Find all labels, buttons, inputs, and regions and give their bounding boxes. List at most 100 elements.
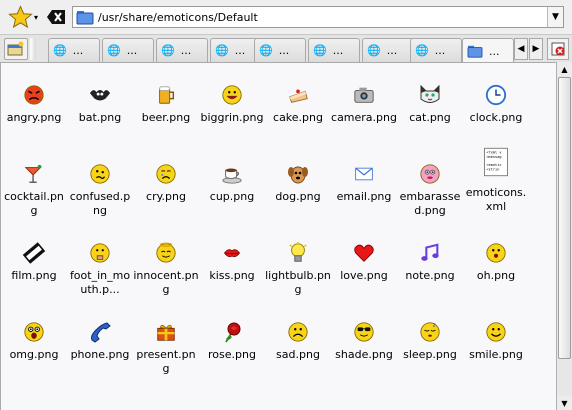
file-item[interactable]: bat.png <box>67 83 133 125</box>
konqueror-icon: 🌐 <box>367 44 381 57</box>
konqueror-icon: 🌐 <box>259 44 273 57</box>
tab-5[interactable]: 🌐... <box>254 38 306 62</box>
innocent-face-icon <box>154 241 178 265</box>
tab-3[interactable]: 🌐... <box>156 38 208 62</box>
file-item[interactable]: foot_in_mouth.p... <box>67 241 133 297</box>
tab-9-active[interactable]: ... <box>462 38 514 63</box>
konqueror-icon: 🌐 <box>53 44 67 57</box>
close-tab-button[interactable] <box>547 38 569 60</box>
location-history-dropdown[interactable]: ▼ <box>547 7 563 27</box>
file-name: cup.png <box>209 190 255 203</box>
konqueror-icon: 🌐 <box>415 44 429 57</box>
vertical-scrollbar[interactable]: ▲ ▼ <box>556 62 572 410</box>
file-item[interactable]: smile.png <box>463 320 529 362</box>
file-item[interactable]: cry.png <box>133 162 199 204</box>
file-item[interactable]: oh.png <box>463 241 529 283</box>
tab-label: ... <box>72 44 84 57</box>
file-item[interactable]: phone.png <box>67 320 133 362</box>
file-item[interactable]: clock.png <box>463 83 529 125</box>
file-item[interactable]: angry.png <box>1 83 67 125</box>
file-item[interactable]: lightbulb.png <box>265 241 331 297</box>
file-icon-view: angry.png bat.png beer.png biggrin.png cake.… <box>0 62 556 410</box>
file-item[interactable]: email.png <box>331 162 397 204</box>
tab-scroll-left-button[interactable]: ◀ <box>514 38 528 60</box>
location-field[interactable]: ▼ <box>72 6 564 28</box>
file-name: beer.png <box>141 111 191 124</box>
file-item[interactable]: love.png <box>331 241 397 283</box>
file-item[interactable]: embarassed.png <box>397 162 463 218</box>
konqueror-icon: 🌐 <box>215 44 229 57</box>
smile-face-icon <box>484 320 508 344</box>
tab-7[interactable]: 🌐... <box>362 38 414 62</box>
shade-face-icon <box>352 320 376 344</box>
tab-label: ... <box>234 44 246 57</box>
tab-8[interactable]: 🌐... <box>410 38 462 62</box>
xml-file-icon: <?xml v <messag <emotic <strin <box>484 138 508 186</box>
file-item[interactable]: camera.png <box>331 83 397 125</box>
scroll-down-button[interactable]: ▼ <box>557 396 572 410</box>
scrollbar-thumb[interactable] <box>558 77 571 359</box>
konqueror-window: ▾ ▼ <box>0 0 572 410</box>
scroll-up-button[interactable]: ▲ <box>557 62 572 76</box>
bookmark-star-button[interactable]: ▾ <box>8 4 38 30</box>
svg-text:z: z <box>433 323 436 329</box>
tab-label: ... <box>126 44 138 57</box>
location-input[interactable] <box>98 8 547 26</box>
clear-location-button[interactable] <box>46 8 66 26</box>
tab-label: ... <box>332 44 344 57</box>
file-item[interactable]: present.png <box>133 320 199 376</box>
clear-location-icon <box>47 10 65 24</box>
file-item[interactable]: cocktail.png <box>1 162 67 218</box>
biggrin-face-icon <box>220 83 244 107</box>
file-name: cat.png <box>409 111 451 124</box>
file-item[interactable]: dog.png <box>265 162 331 204</box>
file-name: present.png <box>136 348 196 375</box>
foot-in-mouth-face-icon <box>88 241 112 265</box>
close-tab-icon <box>551 42 565 56</box>
file-name: clock.png <box>469 111 523 124</box>
folder-icon <box>76 11 94 25</box>
file-item[interactable]: omg.png <box>1 320 67 362</box>
tab-2[interactable]: 🌐... <box>102 38 154 62</box>
file-item[interactable]: note.png <box>397 241 463 283</box>
file-item[interactable]: kiss.png <box>199 241 265 283</box>
file-name: foot_in_mouth.p... <box>69 269 131 296</box>
file-item[interactable]: confused.png <box>67 162 133 218</box>
file-name: bat.png <box>78 111 122 124</box>
phone-icon <box>88 320 112 344</box>
chevron-down-icon: ▾ <box>33 12 38 22</box>
tab-6[interactable]: 🌐... <box>308 38 360 62</box>
file-name: innocent.png <box>133 269 199 296</box>
file-name: kiss.png <box>209 269 255 282</box>
file-item[interactable]: <?xml v <messag <emotic <strin emoticons.xml <box>463 147 529 214</box>
file-name: omg.png <box>9 348 59 361</box>
new-tab-button[interactable] <box>4 38 28 60</box>
file-item[interactable]: beer.png <box>133 83 199 125</box>
svg-text:<messag: <messag <box>486 155 501 159</box>
file-item[interactable]: cat.png <box>397 83 463 125</box>
file-item[interactable]: sad.png <box>265 320 331 362</box>
file-name: confused.png <box>69 190 131 217</box>
omg-face-icon <box>22 320 46 344</box>
kiss-icon <box>220 241 244 265</box>
lightbulb-icon <box>286 241 310 265</box>
file-item[interactable]: z sleep.png <box>397 320 463 362</box>
file-item[interactable]: rose.png <box>199 320 265 362</box>
cry-face-icon <box>154 162 178 186</box>
file-name: cry.png <box>146 190 186 203</box>
cocktail-icon <box>22 162 46 186</box>
file-item[interactable]: shade.png <box>331 320 397 362</box>
cup-icon <box>220 162 244 186</box>
svg-text:<emotic: <emotic <box>486 163 501 167</box>
angry-face-icon <box>22 83 46 107</box>
present-icon <box>154 320 178 344</box>
file-item[interactable]: biggrin.png <box>199 83 265 125</box>
tab-scroll-right-button[interactable]: ▶ <box>529 38 543 60</box>
file-item[interactable]: cake.png <box>265 83 331 125</box>
file-name: sleep.png <box>403 348 457 361</box>
tab-1[interactable]: 🌐... <box>48 38 100 62</box>
file-item[interactable]: film.png <box>1 241 67 283</box>
file-item[interactable]: innocent.png <box>133 241 199 297</box>
file-item[interactable]: cup.png <box>199 162 265 204</box>
file-name: film.png <box>11 269 57 282</box>
